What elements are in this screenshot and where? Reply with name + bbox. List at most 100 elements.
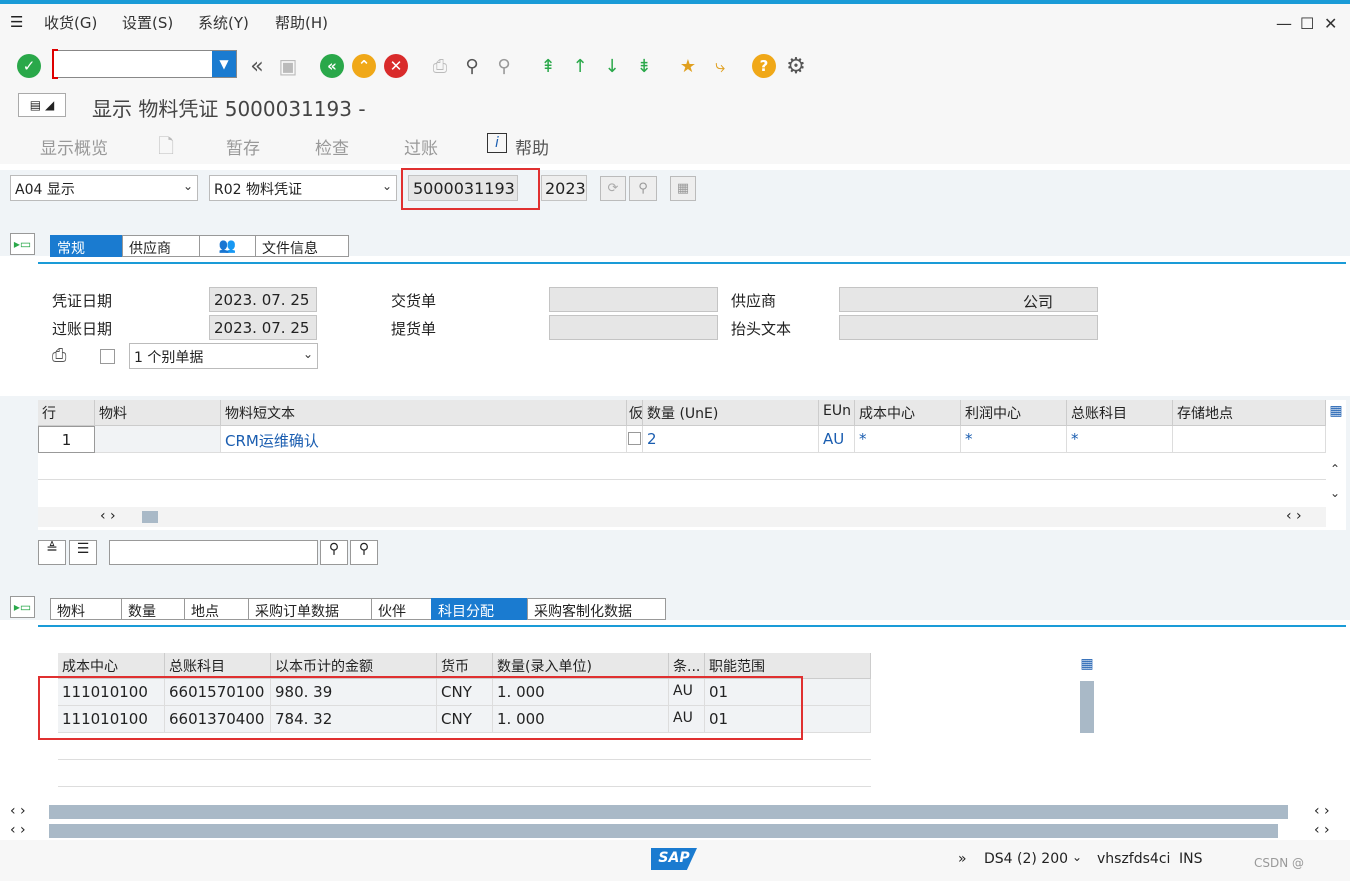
col-header-eun[interactable]: EUn xyxy=(819,400,855,426)
header-text-field[interactable] xyxy=(839,315,1098,340)
row-cost-center[interactable]: * xyxy=(855,426,961,453)
row-qty[interactable]: 2 xyxy=(643,426,819,453)
execute-icon[interactable]: ⟳ xyxy=(600,176,626,201)
scroll-down-icon[interactable]: ⌄ xyxy=(1330,486,1340,500)
tab-partner[interactable]: 伙伴 xyxy=(371,598,432,620)
post-date-field[interactable]: 2023. 07. 25 xyxy=(209,315,317,340)
new-session-icon[interactable]: ★ xyxy=(674,52,702,80)
acc-vscroll-thumb[interactable] xyxy=(1080,681,1094,733)
hscroll-2-right-icon[interactable]: ‹ › xyxy=(1314,822,1330,838)
delivery-note-field[interactable] xyxy=(549,287,718,312)
items-hscroll-thumb[interactable] xyxy=(142,511,158,523)
row-line-number[interactable]: 1 xyxy=(38,426,95,453)
help-button[interactable]: ? xyxy=(750,52,778,80)
row-eun[interactable]: AU xyxy=(819,426,855,453)
col-header-ok[interactable]: 仮 xyxy=(627,400,643,426)
acc-table-settings-icon[interactable]: ▦ xyxy=(1076,653,1098,679)
bill-of-lading-field[interactable] xyxy=(549,315,718,340)
filter-icon[interactable]: ☰ xyxy=(69,540,97,565)
col-header-material[interactable]: 物料 xyxy=(95,400,221,426)
doc-date-field[interactable]: 2023. 07. 25 xyxy=(209,287,317,312)
hscroll-1-left-icon[interactable]: ‹ › xyxy=(10,803,26,819)
tab-custom-po-data[interactable]: 采购客制化数据 xyxy=(527,598,666,620)
printer-icon[interactable]: ⎙ xyxy=(52,345,66,366)
hscroll-2-left-icon[interactable]: ‹ › xyxy=(10,822,26,838)
scroll-left-icon[interactable]: ‹ › xyxy=(100,508,116,524)
reference-dropdown[interactable]: R02 物料凭证 ⌄ xyxy=(209,175,397,201)
col-header-gl-account[interactable]: 总账科目 xyxy=(1067,400,1173,426)
back-button[interactable]: « xyxy=(318,52,346,80)
table-icon[interactable]: ▦ xyxy=(670,176,696,201)
scroll-up-icon[interactable]: ⌃ xyxy=(1330,462,1340,476)
print-icon[interactable]: ⎙ xyxy=(426,52,454,80)
tab-partners-icon[interactable]: 👥 xyxy=(199,235,256,257)
command-field[interactable]: ▼ xyxy=(52,49,237,79)
doc-number-field[interactable]: 5000031193 xyxy=(408,175,518,201)
cancel-button[interactable]: ✕ xyxy=(382,52,410,80)
tab-vendor[interactable]: 供应商 xyxy=(122,235,200,257)
find-icon[interactable]: ⚲ xyxy=(458,52,486,80)
last-page-icon[interactable]: ⇟ xyxy=(630,52,658,80)
system-info[interactable]: DS4 (2) 200 xyxy=(984,851,1068,867)
col-header-line[interactable]: 行 xyxy=(38,400,95,426)
search-icon[interactable]: ⚲ xyxy=(629,176,657,201)
year-field[interactable]: 2023 xyxy=(541,175,587,201)
enter-button[interactable]: ✓ xyxy=(15,52,43,80)
command-dropdown-icon[interactable]: ▼ xyxy=(212,51,236,77)
tab-general[interactable]: 常规 xyxy=(50,235,123,257)
col-header-cost-center[interactable]: 成本中心 xyxy=(855,400,961,426)
gear-icon[interactable]: ⚙ xyxy=(782,52,810,80)
row-gl-account[interactable]: * xyxy=(1067,426,1173,453)
scroll-right-icon[interactable]: ‹ › xyxy=(1286,508,1302,524)
hold-button[interactable]: 暂存 xyxy=(226,134,260,159)
menu-goods-receipt[interactable]: 收货(G) xyxy=(44,12,97,33)
chevron-down-icon[interactable]: ⌄ xyxy=(1072,850,1082,864)
back-history-icon[interactable]: « xyxy=(243,52,271,80)
collapse-detail-icon[interactable]: ▸▭ xyxy=(10,596,35,618)
post-button[interactable]: 过账 xyxy=(404,134,438,159)
exit-button[interactable]: ⌃ xyxy=(350,52,378,80)
display-overview-button[interactable]: 显示概览 xyxy=(40,134,108,159)
row-profit-center[interactable]: * xyxy=(961,426,1067,453)
minimize-icon[interactable]: — xyxy=(1276,14,1292,33)
maximize-icon[interactable]: ☐ xyxy=(1300,14,1314,33)
menu-settings[interactable]: 设置(S) xyxy=(122,12,173,33)
tab-quantity[interactable]: 数量 xyxy=(121,598,185,620)
hscroll-1-right-icon[interactable]: ‹ › xyxy=(1314,803,1330,819)
col-header-qty[interactable]: 数量 (UnE) xyxy=(643,400,819,426)
find-next-table-icon[interactable]: ⚲ xyxy=(350,540,378,565)
row-material[interactable] xyxy=(95,426,221,453)
menu-icon[interactable]: ☰ xyxy=(10,13,23,31)
document-icon[interactable]: 🗋 xyxy=(158,132,174,166)
input-mode[interactable]: INS xyxy=(1179,851,1203,867)
check-button[interactable]: 检查 xyxy=(315,134,349,159)
find-next-icon[interactable]: ⚲ xyxy=(490,52,518,80)
tab-account-assignment[interactable]: 科目分配 xyxy=(431,598,528,620)
save-icon[interactable]: ▣ xyxy=(274,52,302,80)
find-table-icon[interactable]: ⚲ xyxy=(320,540,348,565)
menu-help[interactable]: 帮助(H) xyxy=(275,12,328,33)
first-page-icon[interactable]: ⇞ xyxy=(534,52,562,80)
previous-page-icon[interactable]: ↑ xyxy=(566,52,594,80)
tab-doc-info[interactable]: 文件信息 xyxy=(255,235,349,257)
vendor-field[interactable]: 公司 xyxy=(839,287,1098,312)
table-settings-icon[interactable]: ▦ xyxy=(1326,400,1346,426)
tab-material[interactable]: 物料 xyxy=(50,598,122,620)
row-storage[interactable] xyxy=(1173,426,1326,453)
print-checkbox[interactable] xyxy=(100,349,115,364)
status-expand-icon[interactable]: » xyxy=(958,851,967,867)
shortcut-icon[interactable]: ⤷ xyxy=(706,52,734,80)
screen-menu-icon[interactable]: ▤ ◢ xyxy=(18,93,66,117)
col-header-profit-center[interactable]: 利润中心 xyxy=(961,400,1067,426)
search-input[interactable] xyxy=(109,540,318,565)
action-dropdown[interactable]: A04 显示 ⌄ xyxy=(10,175,198,201)
close-icon[interactable]: ✕ xyxy=(1324,14,1337,33)
hscroll-2-thumb[interactable] xyxy=(49,824,1278,838)
col-header-short-text[interactable]: 物料短文本 xyxy=(221,400,627,426)
tab-po-data[interactable]: 采购订单数据 xyxy=(248,598,372,620)
menu-system[interactable]: 系统(Y) xyxy=(198,12,249,33)
help-app-button[interactable]: 帮助 xyxy=(515,134,549,159)
slip-option-dropdown[interactable]: 1 个别单据 ⌄ xyxy=(129,343,318,369)
sort-ascending-icon[interactable]: ≜ xyxy=(38,540,66,565)
tab-location[interactable]: 地点 xyxy=(184,598,249,620)
